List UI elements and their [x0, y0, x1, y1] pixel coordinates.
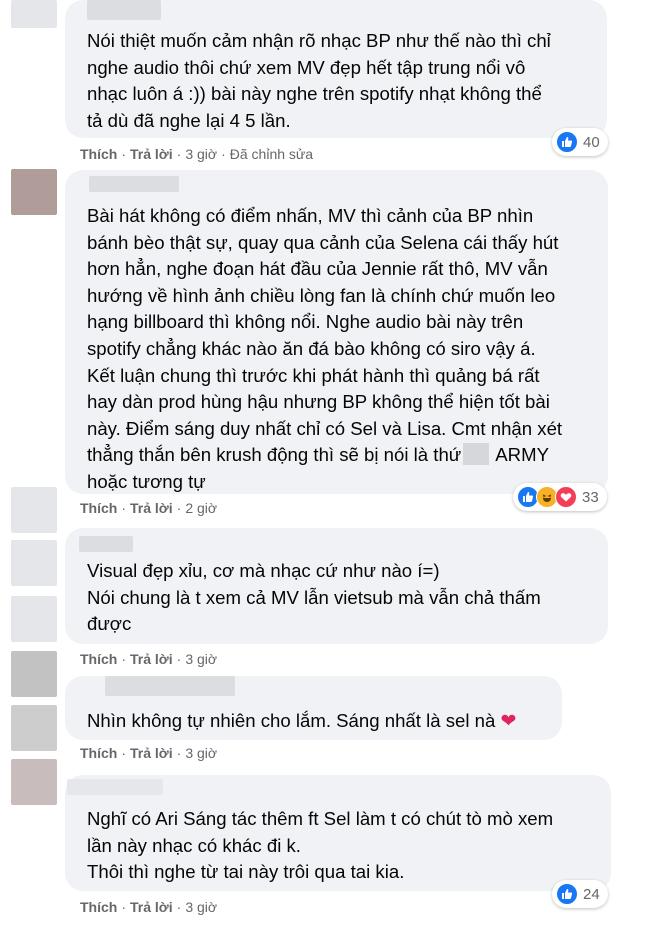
comment-text: Bài hát không có điểm nhấn, MV thì cảnh … [87, 205, 563, 492]
like-link[interactable]: Thích [80, 745, 117, 761]
love-reaction-icon [555, 486, 577, 508]
author-name-blurred[interactable] [67, 779, 163, 795]
reaction-count: 40 [583, 133, 600, 151]
comment-text: Nói thiệt muốn cảm nhận rõ nhạc BP như t… [87, 30, 551, 131]
author-name-blurred[interactable] [87, 0, 161, 20]
avatar[interactable] [11, 705, 57, 751]
comment-actions: Thích · Trả lời · 2 giờ [80, 500, 218, 516]
reply-link[interactable]: Trả lời [130, 500, 173, 516]
avatar[interactable] [11, 540, 57, 586]
avatar[interactable] [11, 487, 57, 533]
comment-text: Visual đẹp xỉu, cơ mà nhạc cứ như nào í=… [87, 560, 541, 635]
timestamp[interactable]: 3 giờ [185, 899, 217, 915]
author-name-blurred[interactable] [105, 676, 235, 696]
comment-actions: Thích · Trả lời · 3 giờ [80, 651, 218, 667]
like-link[interactable]: Thích [80, 500, 117, 516]
author-name-blurred[interactable] [79, 536, 133, 552]
timestamp[interactable]: 3 giờ [185, 745, 217, 761]
comment-text: Nhìn không tự nhiên cho lắm. Sáng nhất l… [87, 710, 517, 732]
reaction-count: 33 [582, 488, 599, 506]
reply-link[interactable]: Trả lời [130, 146, 173, 162]
comment-bubble: Nhìn không tự nhiên cho lắm. Sáng nhất l… [65, 676, 562, 740]
timestamp[interactable]: 2 giờ [185, 500, 217, 516]
avatar[interactable] [11, 759, 57, 805]
reaction-count: 24 [583, 885, 600, 903]
avatar[interactable] [11, 169, 57, 215]
like-reaction-icon [556, 131, 578, 153]
comment-actions: Thích · Trả lời · 3 giờ [80, 899, 218, 915]
reaction-summary[interactable]: 40 [552, 128, 608, 156]
comment-bubble: Visual đẹp xỉu, cơ mà nhạc cứ như nào í=… [65, 528, 608, 644]
reaction-summary[interactable]: 24 [552, 880, 608, 908]
timestamp[interactable]: 3 giờ [185, 146, 217, 162]
comment-bubble: Nói thiệt muốn cảm nhận rõ nhạc BP như t… [65, 0, 607, 138]
reaction-summary[interactable]: 33 [513, 483, 607, 511]
timestamp[interactable]: 3 giờ [185, 651, 217, 667]
reply-link[interactable]: Trả lời [130, 745, 173, 761]
avatar[interactable] [11, 0, 57, 28]
reply-link[interactable]: Trả lời [130, 651, 173, 667]
reply-link[interactable]: Trả lời [130, 899, 173, 915]
comment-bubble: Nghĩ có Ari Sáng tác thêm ft Sel làm t c… [65, 775, 611, 891]
like-link[interactable]: Thích [80, 899, 117, 915]
heart-emoji: ❤ [500, 711, 517, 732]
blurred-word [463, 443, 490, 466]
avatar[interactable] [11, 651, 57, 697]
edited-label[interactable]: Đã chỉnh sửa [230, 146, 313, 162]
comment-text: Nghĩ có Ari Sáng tác thêm ft Sel làm t c… [87, 808, 554, 883]
comment-bubble: Bài hát không có điểm nhấn, MV thì cảnh … [65, 170, 608, 494]
avatar[interactable] [11, 596, 57, 642]
comment-actions: Thích · Trả lời · 3 giờ · Đã chỉnh sửa [80, 146, 314, 162]
comment-actions: Thích · Trả lời · 3 giờ [80, 745, 218, 761]
author-name-blurred[interactable] [89, 176, 179, 192]
like-link[interactable]: Thích [80, 651, 117, 667]
like-link[interactable]: Thích [80, 146, 117, 162]
like-reaction-icon [556, 883, 578, 905]
